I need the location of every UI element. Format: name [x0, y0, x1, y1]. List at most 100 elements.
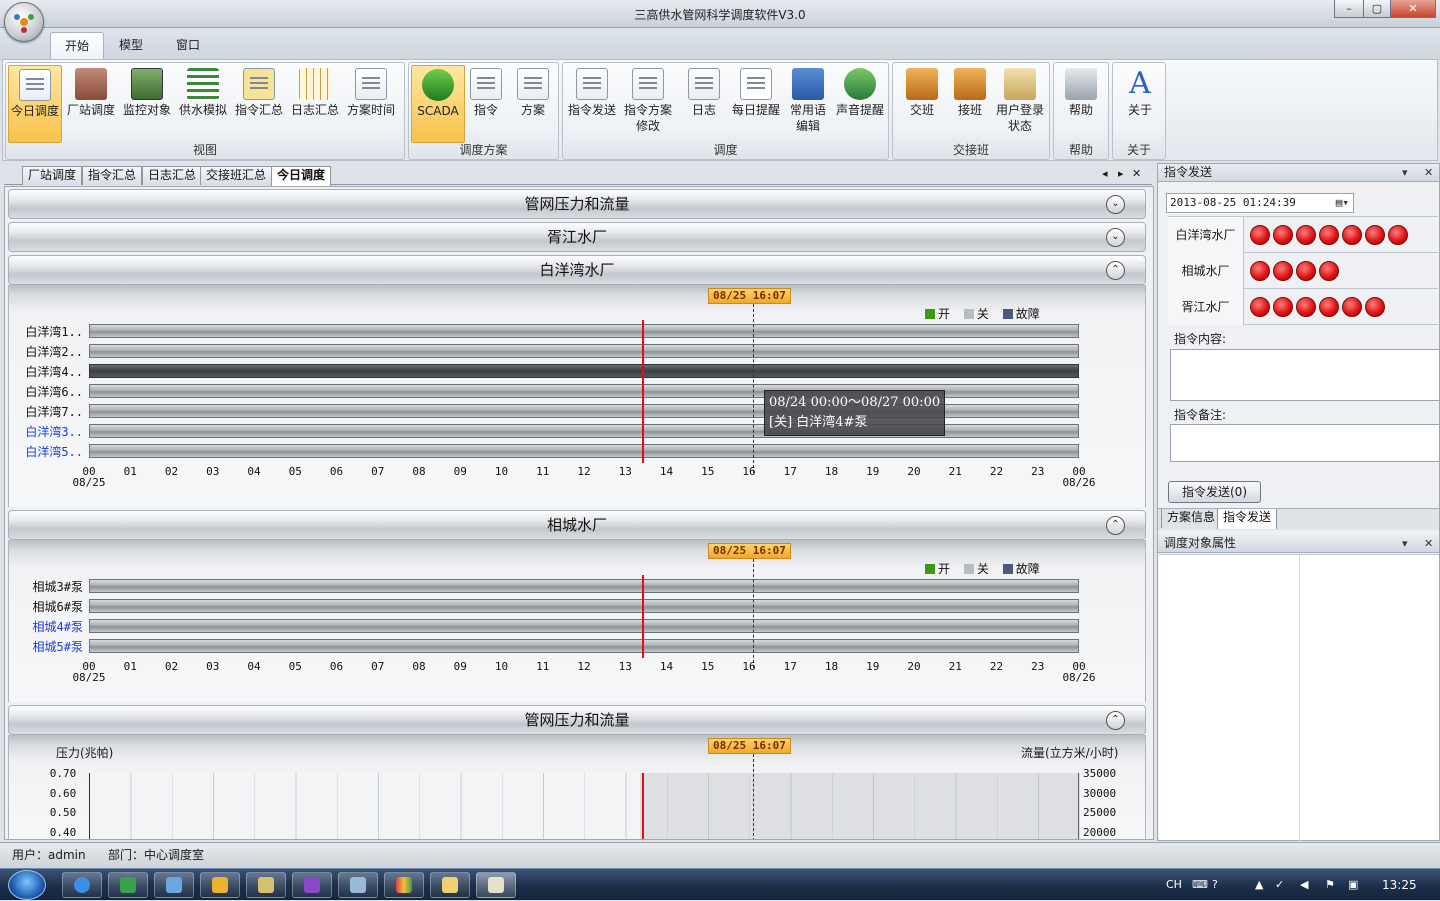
close-button[interactable]: ✕	[1390, 0, 1436, 18]
plan-button[interactable]: 方案	[506, 65, 560, 143]
tray-network-icon[interactable]: ▣	[1348, 869, 1358, 901]
tray-language[interactable]: CH	[1166, 869, 1182, 901]
ribbon-tab-start[interactable]: 开始	[50, 32, 105, 60]
row-label[interactable]: 白洋湾2..	[9, 343, 83, 360]
collapse-icon[interactable]: ⌃	[1106, 711, 1125, 730]
pump-status-light[interactable]	[1319, 261, 1339, 281]
doc-tab-log-summary[interactable]: 日志汇总	[142, 166, 203, 185]
row-label[interactable]: 白洋湾6..	[9, 383, 83, 400]
cmd-note-input[interactable]	[1170, 424, 1440, 462]
collapse-icon[interactable]: ⌃	[1106, 516, 1125, 535]
section-header-pressure-flow[interactable]: 管网压力和流量 ⌄	[8, 189, 1146, 219]
cmd-plan-edit-button[interactable]: 指令方案 修改	[621, 65, 675, 143]
start-button[interactable]	[8, 870, 46, 900]
cmd-summary-button[interactable]: 指令汇总	[232, 65, 286, 143]
tray-clock[interactable]: 13:25	[1382, 869, 1417, 901]
pump-status-light[interactable]	[1273, 225, 1293, 245]
taskbar-colors-icon[interactable]	[384, 872, 424, 898]
pump-status-bar[interactable]	[89, 579, 1079, 593]
pump-status-light[interactable]	[1273, 261, 1293, 281]
panel-dropdown-icon[interactable]: ▾	[1402, 164, 1408, 181]
section-header-xiangcheng[interactable]: 相城水厂 ⌃	[8, 510, 1146, 540]
taskbar-doc-icon[interactable]	[338, 872, 378, 898]
taskbar-network-icon[interactable]	[154, 872, 194, 898]
pump-status-bar[interactable]	[89, 364, 1079, 378]
expand-icon[interactable]: ⌄	[1106, 195, 1125, 214]
tray-check-icon[interactable]: ✓	[1275, 869, 1284, 901]
datetime-picker[interactable]: 2013-08-25 01:24:39 ▤▾	[1166, 193, 1354, 213]
pump-status-bar[interactable]	[89, 324, 1079, 338]
tab-prev-icon[interactable]: ◂	[1102, 167, 1108, 180]
taskbar-folder-icon[interactable]	[430, 872, 470, 898]
doc-tab-cmd-summary[interactable]: 指令汇总	[82, 166, 143, 185]
pump-status-bar[interactable]	[89, 639, 1079, 653]
pump-status-light[interactable]	[1342, 225, 1362, 245]
takeover-button[interactable]: 接班	[943, 65, 997, 143]
panel-close-icon[interactable]: ✕	[1424, 164, 1433, 181]
section-header-pressure-flow-2[interactable]: 管网压力和流量 ⌃	[8, 705, 1146, 735]
taskbar-vs-icon[interactable]	[292, 872, 332, 898]
pump-status-light[interactable]	[1365, 225, 1385, 245]
taskbar-outlook-icon[interactable]	[200, 872, 240, 898]
tab-close-icon[interactable]: ✕	[1132, 167, 1141, 180]
ribbon-tab-window[interactable]: 窗口	[162, 32, 214, 60]
monitor-object-button[interactable]: 监控对象	[120, 65, 174, 143]
panel-close-icon[interactable]: ✕	[1424, 535, 1433, 552]
tray-flag-icon[interactable]: ⚑	[1325, 869, 1335, 901]
today-dispatch-button[interactable]: 今日调度	[8, 65, 62, 143]
tab-next-icon[interactable]: ▸	[1118, 167, 1124, 180]
taskbar-active-app-icon[interactable]	[476, 872, 516, 898]
section-header-xujiang[interactable]: 胥江水厂 ⌄	[8, 222, 1146, 252]
pump-status-light[interactable]	[1342, 297, 1362, 317]
pump-status-light[interactable]	[1250, 297, 1270, 317]
row-label[interactable]: 白洋湾7..	[9, 403, 83, 420]
tray-help-icon[interactable]: ?	[1212, 869, 1218, 901]
pump-status-light[interactable]	[1365, 297, 1385, 317]
row-label[interactable]: 相城5#泵	[9, 638, 83, 655]
help-button[interactable]: 帮助	[1054, 65, 1108, 143]
pump-status-light[interactable]	[1250, 225, 1270, 245]
app-menu-orb[interactable]	[4, 2, 44, 42]
pump-status-bar[interactable]	[89, 599, 1079, 613]
scada-button[interactable]: SCADA	[411, 65, 465, 143]
minimize-button[interactable]: –	[1334, 0, 1364, 18]
log-button[interactable]: 日志	[677, 65, 731, 143]
tray-up-arrow-icon[interactable]: ▲	[1255, 869, 1263, 901]
pump-status-light[interactable]	[1319, 297, 1339, 317]
row-label[interactable]: 白洋湾5..	[9, 443, 83, 460]
tab-plan-info[interactable]: 方案信息	[1161, 509, 1222, 528]
doc-tab-station[interactable]: 厂站调度	[22, 166, 83, 185]
pump-status-bar[interactable]	[89, 444, 1079, 458]
tray-volume-icon[interactable]: ◀	[1300, 869, 1308, 901]
taskbar-tools-icon[interactable]	[246, 872, 286, 898]
handover-button[interactable]: 交班	[895, 65, 949, 143]
pump-status-light[interactable]	[1388, 225, 1408, 245]
taskbar-app-icon[interactable]	[108, 872, 148, 898]
send-command-button[interactable]: 指令发送(0)	[1168, 481, 1261, 503]
collapse-icon[interactable]: ⌃	[1106, 261, 1125, 280]
command-button[interactable]: 指令	[459, 65, 513, 143]
row-label[interactable]: 白洋湾4..	[9, 363, 83, 380]
panel-dropdown-icon[interactable]: ▾	[1402, 535, 1408, 552]
calendar-dropdown-icon[interactable]: ▤▾	[1336, 194, 1349, 212]
maximize-button[interactable]: ▢	[1363, 0, 1391, 18]
section-header-baiyangwan[interactable]: 白洋湾水厂 ⌃	[8, 255, 1146, 285]
pump-status-light[interactable]	[1250, 261, 1270, 281]
user-login-status-button[interactable]: 用户登录 状态	[993, 65, 1047, 143]
doc-tab-today[interactable]: 今日调度	[271, 166, 332, 186]
doc-tab-shift-summary[interactable]: 交接班汇总	[200, 166, 273, 185]
pump-status-light[interactable]	[1273, 297, 1293, 317]
expand-icon[interactable]: ⌄	[1106, 228, 1125, 247]
tray-keyboard-icon[interactable]: ⌨	[1192, 869, 1208, 901]
pump-status-light[interactable]	[1296, 297, 1316, 317]
row-label[interactable]: 相城3#泵	[9, 578, 83, 595]
ribbon-tab-model[interactable]: 模型	[105, 32, 157, 60]
pump-status-light[interactable]	[1296, 261, 1316, 281]
sound-reminder-button[interactable]: 声音提醒	[833, 65, 887, 143]
water-sim-button[interactable]: 供水模拟	[176, 65, 230, 143]
station-dispatch-button[interactable]: 厂站调度	[64, 65, 118, 143]
phrase-edit-button[interactable]: 常用语 编辑	[781, 65, 835, 143]
about-button[interactable]: A 关于	[1113, 65, 1167, 143]
row-label[interactable]: 白洋湾3..	[9, 423, 83, 440]
pump-status-light[interactable]	[1296, 225, 1316, 245]
